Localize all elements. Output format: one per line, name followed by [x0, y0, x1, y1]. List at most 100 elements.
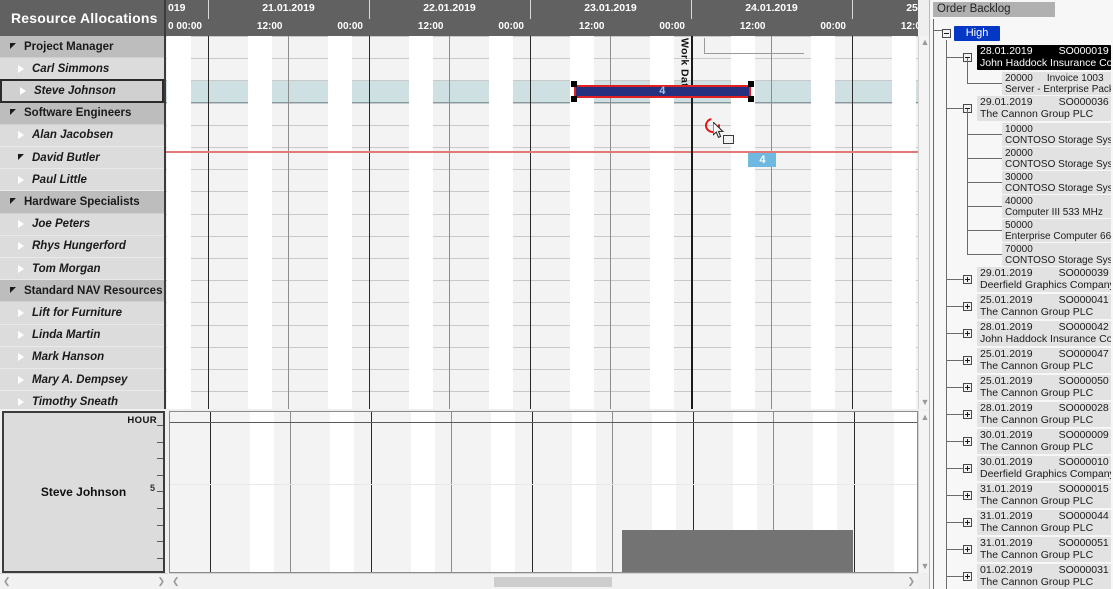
scroll-left-arrow[interactable]: ❮	[0, 575, 14, 588]
backlog-expander-expand[interactable]	[963, 518, 972, 527]
resize-handle-bottom-right[interactable]	[747, 95, 754, 102]
resize-handle-bottom-left[interactable]	[570, 95, 577, 102]
backlog-expander-expand[interactable]	[963, 491, 972, 500]
expand-triangle-icon[interactable]	[14, 64, 28, 73]
backlog-order-line[interactable]: 20000CONTOSO Storage System	[1002, 147, 1111, 170]
backlog-expander-expand[interactable]	[963, 356, 972, 365]
expand-triangle-icon[interactable]	[14, 308, 28, 317]
timescale-header: 019 21.01.2019 22.01.2019 23.01.2019 24.01.2…	[166, 0, 918, 36]
order-backlog-panel[interactable]: Order Backlog High 28.01.2019 SO000019 John…	[929, 0, 1113, 589]
backlog-order-row[interactable]: 28.01.2019 SO000042 John Haddock Insurance…	[977, 321, 1111, 346]
expand-triangle-icon[interactable]	[16, 87, 30, 96]
backlog-order-line[interactable]: 10000CONTOSO Storage System	[1002, 123, 1111, 146]
histogram-axis-tick	[157, 458, 163, 460]
resource-row-hardware-specialists[interactable]: Hardware Specialists	[0, 191, 164, 214]
resource-tree[interactable]: Project Manager Carl Simmons Steve Johnson…	[0, 36, 166, 409]
backlog-order-number: SO000009	[1058, 429, 1109, 441]
backlog-order-row[interactable]: 01.02.2019 SO000031 The Cannon Group PLC	[977, 564, 1111, 589]
backlog-expander-expand[interactable]	[963, 302, 972, 311]
collapse-triangle-icon[interactable]	[6, 197, 20, 205]
backlog-line-header: 10000	[1005, 124, 1111, 135]
resource-row-rhys-hungerford[interactable]: Rhys Hungerford	[0, 235, 164, 258]
backlog-order-row[interactable]: 30.01.2019 SO000009 The Cannon Group PLC	[977, 429, 1111, 454]
grid-horizontal-line	[166, 102, 918, 104]
collapse-triangle-icon[interactable]	[6, 42, 20, 50]
backlog-expander-expand[interactable]	[963, 437, 972, 446]
backlog-expander-expand[interactable]	[963, 329, 972, 338]
backlog-order-line[interactable]: 70000CONTOSO Storage System	[1002, 243, 1111, 266]
backlog-line-description: Enterprise Computer 667 MHz	[1005, 231, 1111, 242]
backlog-order-date: 28.01.2019	[980, 402, 1033, 414]
expand-triangle-icon[interactable]	[14, 331, 28, 340]
resource-row-steve-johnson[interactable]: Steve Johnson	[0, 79, 164, 104]
expand-triangle-icon[interactable]	[14, 264, 28, 273]
resource-row-standard-nav-resources[interactable]: Standard NAV Resources	[0, 280, 164, 303]
backlog-order-row[interactable]: 25.01.2019 SO000047 The Cannon Group PLC	[977, 348, 1111, 373]
backlog-expander-expand[interactable]	[963, 383, 972, 392]
backlog-line-header: 30000	[1005, 172, 1111, 183]
triangle-glyph	[18, 175, 24, 184]
collapse-triangle-icon[interactable]	[6, 109, 20, 116]
backlog-order-line[interactable]: 30000CONTOSO Storage System	[1002, 171, 1111, 194]
expand-triangle-icon[interactable]	[14, 175, 28, 184]
resource-row-lift-for-furniture[interactable]: Lift for Furniture	[0, 302, 164, 325]
backlog-order-row[interactable]: 31.01.2019 SO000015 The Cannon Group PLC	[977, 483, 1111, 508]
resource-row-timothy-sneath[interactable]: Timothy Sneath	[0, 391, 164, 409]
backlog-order-header: 01.02.2019 SO000031	[980, 564, 1111, 577]
histogram-vertical-line	[853, 412, 855, 572]
expand-triangle-icon[interactable]	[14, 353, 28, 362]
resource-row-tom-morgan[interactable]: Tom Morgan	[0, 258, 164, 281]
backlog-expander-collapse[interactable]	[942, 29, 951, 38]
resource-row-carl-simmons[interactable]: Carl Simmons	[0, 58, 164, 81]
scrollbar-thumb[interactable]	[494, 577, 612, 587]
gantt-grid[interactable]: Work Date 4 4	[166, 36, 918, 409]
backlog-expander-expand[interactable]	[963, 464, 972, 473]
resource-row-mark-hanson[interactable]: Mark Hanson	[0, 346, 164, 369]
expand-triangle-icon[interactable]	[14, 131, 28, 140]
resource-row-joe-peters[interactable]: Joe Peters	[0, 213, 164, 236]
backlog-order-row[interactable]: 29.01.2019 SO000039 Deerfield Graphics Com…	[977, 267, 1111, 292]
resource-row-david-butler[interactable]: David Butler	[0, 147, 164, 170]
backlog-order-line[interactable]: 20000 Invoice 1003 Server - Enterprise Pac…	[1002, 72, 1111, 95]
allocation-bar[interactable]: 4	[573, 84, 751, 98]
scroll-right-arrow[interactable]: ❯	[904, 575, 918, 588]
resize-handle-top-right[interactable]	[747, 80, 754, 87]
backlog-expander-expand[interactable]	[963, 275, 972, 284]
resource-row-alan-jacobsen[interactable]: Alan Jacobsen	[0, 124, 164, 147]
scroll-right-arrow[interactable]: ❯	[154, 575, 168, 588]
expand-triangle-icon[interactable]	[14, 220, 28, 229]
gantt-horizontal-scrollbar[interactable]: ❮ ❯	[169, 573, 918, 589]
resource-row-project-manager[interactable]: Project Manager	[0, 36, 164, 59]
resource-row-label: Project Manager	[24, 40, 114, 53]
backlog-order-row[interactable]: 30.01.2019 SO000010 Deerfield Graphics Com…	[977, 456, 1111, 481]
expand-triangle-icon[interactable]	[14, 397, 28, 406]
backlog-expander-expand[interactable]	[963, 410, 972, 419]
grid-horizontal-line	[166, 369, 918, 370]
backlog-order-row[interactable]: 25.01.2019 SO000041 The Cannon Group PLC	[977, 294, 1111, 319]
resize-handle-top-left[interactable]	[570, 80, 577, 87]
expand-triangle-icon[interactable]	[14, 375, 28, 384]
resource-row-paul-little[interactable]: Paul Little	[0, 169, 164, 192]
resource-tree-horizontal-scrollbar[interactable]: ❮ ❯	[0, 573, 168, 589]
backlog-order-row[interactable]: 28.01.2019 SO000019 John Haddock Insurance…	[977, 45, 1111, 70]
backlog-order-row[interactable]: 31.01.2019 SO000044 The Cannon Group PLC	[977, 510, 1111, 535]
collapse-triangle-icon[interactable]	[14, 153, 28, 161]
backlog-order-row[interactable]: 31.01.2019 SO000051 The Cannon Group PLC	[977, 537, 1111, 562]
backlog-order-line[interactable]: 50000Enterprise Computer 667 MHz	[1002, 219, 1111, 242]
backlog-order-line[interactable]: 40000 Computer III 533 MHz	[1002, 195, 1111, 218]
backlog-expander-expand[interactable]	[963, 572, 972, 581]
resource-row-software-engineers[interactable]: Software Engineers	[0, 102, 164, 125]
backlog-order-date: 29.01.2019	[980, 267, 1033, 279]
resource-row-mary-a-dempsey[interactable]: Mary A. Dempsey	[0, 369, 164, 392]
backlog-order-row[interactable]: 29.01.2019 SO000036 The Cannon Group PLC	[977, 96, 1111, 121]
backlog-expander-expand[interactable]	[963, 545, 972, 554]
histogram-axis-tick	[157, 508, 163, 509]
backlog-order-row[interactable]: 25.01.2019 SO000050 The Cannon Group PLC	[977, 375, 1111, 400]
scroll-left-arrow[interactable]: ❮	[169, 575, 183, 588]
tree-connector	[967, 58, 968, 83]
collapse-triangle-icon[interactable]	[6, 286, 20, 294]
backlog-priority-high[interactable]: High	[954, 26, 1000, 41]
expand-triangle-icon[interactable]	[14, 242, 28, 251]
resource-row-linda-martin[interactable]: Linda Martin	[0, 324, 164, 347]
backlog-order-row[interactable]: 28.01.2019 SO000028 The Cannon Group PLC	[977, 402, 1111, 427]
